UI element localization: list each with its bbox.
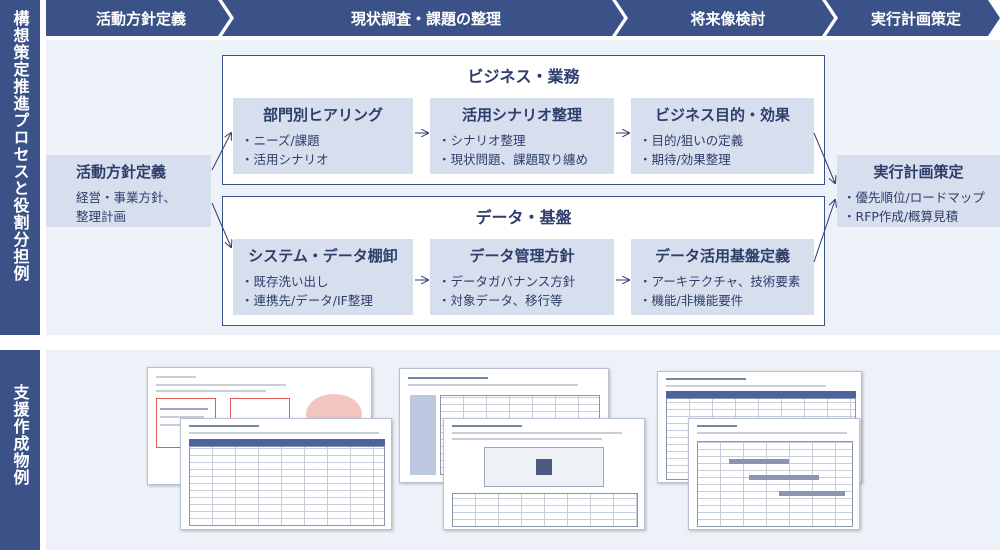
box-line: 経営・事業方針、 [76, 190, 177, 205]
box-item: アーキテクチャ、技術要素 [639, 272, 806, 291]
box-item: 優先順位/ロードマップ [843, 188, 994, 207]
box-item: 目的/狙いの定義 [639, 131, 806, 150]
box-item: 連携先/データ/IF整理 [241, 291, 405, 310]
process-side-label-text: 構想策定推進プロセスと役割分担例 [10, 10, 30, 282]
business-group-title: ビジネス・業務 [467, 67, 580, 86]
phase-label: 活動方針定義 [95, 9, 186, 28]
box-title: 実行計画策定 [873, 163, 964, 181]
box-item: 現状問題、課題取り纏め [438, 150, 606, 169]
deliverable-thumbnail-roadmap [688, 418, 860, 530]
box-item: データガバナンス方針 [438, 272, 606, 291]
box-item: 既存洗い出し [241, 272, 405, 291]
box-line: 整理計画 [76, 209, 127, 224]
box-title: システム・データ棚卸 [248, 247, 398, 265]
phase-label: 将来像検討 [690, 9, 766, 28]
system-inventory-box: システム・データ棚卸 既存洗い出し 連携先/データ/IF整理 [233, 239, 413, 315]
policy-definition-box: 活動方針定義 経営・事業方針、 整理計画 [46, 155, 211, 227]
box-title: 活動方針定義 [76, 163, 167, 181]
box-item: ニーズ/課題 [241, 131, 405, 150]
box-item: RFP作成/概算見積 [843, 207, 994, 226]
box-title: データ管理方針 [469, 247, 575, 265]
scenario-organize-box: 活用シナリオ整理 シナリオ整理 現状問題、課題取り纏め [430, 98, 614, 174]
phase-label: 実行計画策定 [870, 9, 961, 28]
deliverables-side-label: 支援作成物例 [0, 350, 40, 550]
business-purpose-box: ビジネス目的・効果 目的/狙いの定義 期待/効果整理 [631, 98, 814, 174]
box-title: ビジネス目的・効果 [654, 106, 790, 124]
deliverable-thumbnail-datamgmt [443, 418, 645, 530]
box-title: 活用シナリオ整理 [461, 106, 582, 124]
data-platform-box: データ活用基盤定義 アーキテクチャ、技術要素 機能/非機能要件 [631, 239, 814, 315]
data-management-box: データ管理方針 データガバナンス方針 対象データ、移行等 [430, 239, 614, 315]
department-hearing-box: 部門別ヒアリング ニーズ/課題 活用シナリオ [233, 98, 413, 174]
data-group-title: データ・基盤 [475, 208, 572, 227]
box-item: 対象データ、移行等 [438, 291, 606, 310]
box-item: 活用シナリオ [241, 150, 405, 169]
phase-policy-definition: 活動方針定義 [46, 0, 230, 36]
deliverable-thumbnail-inventory [180, 418, 392, 530]
box-title: 部門別ヒアリング [262, 106, 383, 124]
phase-future-vision: 将来像検討 [616, 0, 834, 36]
phase-current-analysis: 現状調査・課題の整理 [222, 0, 624, 36]
process-side-label: 構想策定推進プロセスと役割分担例 [0, 0, 40, 335]
deliverables-side-label-text: 支援作成物例 [10, 384, 30, 486]
box-item: 期待/効果整理 [639, 150, 806, 169]
execution-plan-box: 実行計画策定 優先順位/ロードマップ RFP作成/概算見積 [837, 155, 1000, 227]
phase-execution-plan: 実行計画策定 [826, 0, 1000, 36]
box-item: 機能/非機能要件 [639, 291, 806, 310]
box-item: シナリオ整理 [438, 131, 606, 150]
phase-label: 現状調査・課題の整理 [350, 9, 501, 28]
box-title: データ活用基盤定義 [654, 247, 790, 265]
